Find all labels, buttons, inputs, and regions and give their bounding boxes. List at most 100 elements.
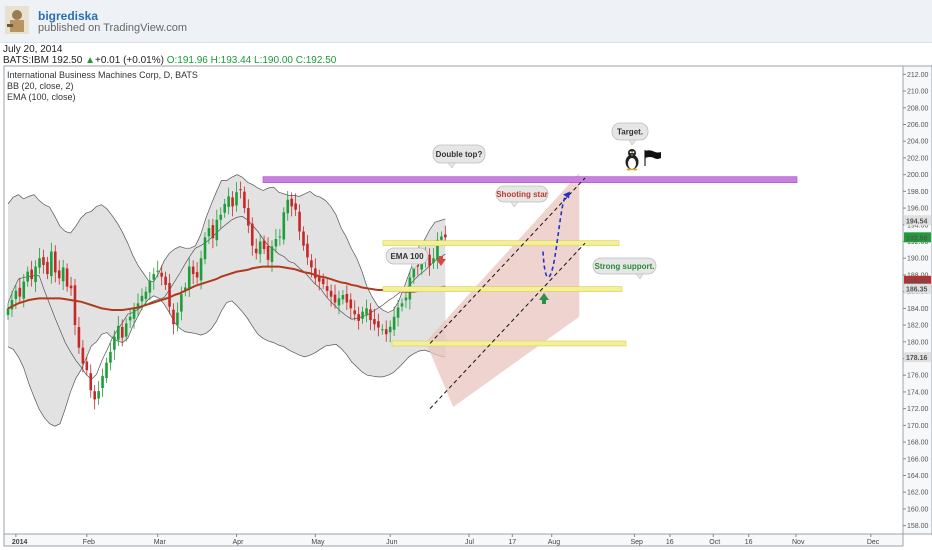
- candle-body: [388, 326, 392, 333]
- candle-body: [254, 248, 258, 254]
- price-label: 178.16: [906, 355, 928, 362]
- candle-body: [440, 236, 443, 240]
- target-callout-text: Target.: [617, 128, 643, 137]
- legend-title: International Business Machines Corp, D,…: [7, 70, 198, 80]
- candle-body: [89, 373, 93, 391]
- candle-body: [444, 234, 447, 238]
- candle-body: [124, 323, 128, 337]
- candle-body: [6, 308, 10, 316]
- candle-body: [294, 203, 297, 210]
- y-tick-label: 172.00: [907, 406, 929, 413]
- price-label: 194.54: [906, 218, 928, 225]
- candle-body: [38, 258, 41, 268]
- candle-body: [53, 251, 57, 273]
- x-tick-label: May: [311, 539, 325, 546]
- candle-body: [34, 266, 37, 283]
- resistance-band: [262, 176, 798, 183]
- candle-body: [404, 297, 408, 301]
- candle-body: [140, 295, 144, 302]
- x-tick-label: Mar: [154, 539, 167, 546]
- strong-support-callout-text: Strong support.: [595, 262, 655, 271]
- price-chart[interactable]: Double top? Shooting star EMA 100 Strong su…: [0, 0, 932, 550]
- candle-body: [396, 307, 400, 318]
- candle-body: [361, 311, 364, 319]
- x-tick-label: 16: [745, 539, 753, 546]
- candle-body: [286, 199, 290, 214]
- price-label: 192.50: [906, 235, 928, 242]
- candle-body: [195, 272, 199, 278]
- candle-body: [26, 271, 29, 282]
- candle-body: [250, 223, 254, 246]
- x-tick-label: Sep: [630, 539, 643, 546]
- candle-body: [381, 329, 384, 331]
- y-tick-label: 196.00: [907, 206, 929, 213]
- x-tick-label: 17: [508, 539, 516, 546]
- price-axis-area: [902, 65, 932, 535]
- candle-body: [215, 219, 219, 241]
- candle-body: [266, 246, 270, 260]
- y-tick-label: 206.00: [907, 122, 929, 129]
- y-tick-label: 182.00: [907, 323, 929, 330]
- y-tick-label: 166.00: [907, 456, 929, 463]
- candle-body: [168, 282, 171, 307]
- candle-body: [321, 278, 325, 285]
- candle-body: [341, 294, 345, 300]
- candle-body: [262, 240, 266, 250]
- y-tick-label: 210.00: [907, 89, 929, 96]
- candle-body: [22, 281, 26, 299]
- candle-body: [120, 326, 124, 338]
- candle-body: [310, 260, 313, 268]
- candle-body: [373, 319, 376, 325]
- y-tick-label: 190.00: [907, 256, 929, 263]
- x-tick-label: Jun: [386, 539, 397, 546]
- candle-body: [180, 294, 183, 312]
- x-tick-label: Apr: [233, 539, 245, 546]
- candle-body: [176, 312, 179, 326]
- candle-body: [77, 327, 81, 348]
- y-tick-label: 200.00: [907, 172, 929, 179]
- candle-body: [274, 238, 278, 247]
- candle-body: [109, 351, 112, 363]
- candle-body: [128, 316, 132, 321]
- candle-body: [302, 231, 305, 246]
- x-tick-label: Feb: [83, 539, 95, 546]
- candle-body: [231, 197, 234, 207]
- candle-body: [144, 291, 148, 299]
- candle-body: [290, 198, 293, 207]
- y-tick-label: 208.00: [907, 105, 929, 112]
- candle-body: [30, 269, 33, 280]
- y-tick-label: 184.00: [907, 306, 929, 313]
- candle-body: [298, 211, 301, 232]
- y-tick-label: 174.00: [907, 389, 929, 396]
- candle-body: [353, 310, 357, 315]
- candle-body: [337, 298, 341, 306]
- candle-body: [101, 376, 104, 389]
- candle-body: [172, 309, 175, 325]
- y-tick-label: 158.00: [907, 523, 929, 530]
- candle-body: [14, 290, 18, 299]
- candle-body: [329, 290, 333, 297]
- candle-body: [314, 268, 317, 279]
- x-tick-label: 2014: [12, 539, 28, 546]
- candle-body: [239, 189, 242, 191]
- candle-body: [306, 243, 309, 258]
- down-arrow-stem: [439, 256, 443, 260]
- double-top-callout-text: Double top?: [436, 150, 483, 159]
- candle-body: [223, 203, 226, 213]
- candle-body: [73, 285, 77, 326]
- candle-body: [377, 321, 380, 328]
- penguin-belly: [628, 158, 636, 169]
- candle-body: [325, 286, 329, 291]
- candle-body: [432, 258, 435, 263]
- x-tick-label: 16: [666, 539, 674, 546]
- candle-body: [97, 391, 100, 399]
- support-band-mid: [382, 286, 623, 292]
- candle-body: [243, 191, 246, 209]
- y-tick-label: 170.00: [907, 423, 929, 430]
- penguin-eye: [632, 151, 635, 154]
- candle-body: [69, 285, 73, 289]
- candle-body: [392, 316, 396, 330]
- candle-body: [50, 251, 53, 277]
- y-tick-label: 162.00: [907, 490, 929, 497]
- candle-body: [428, 254, 431, 266]
